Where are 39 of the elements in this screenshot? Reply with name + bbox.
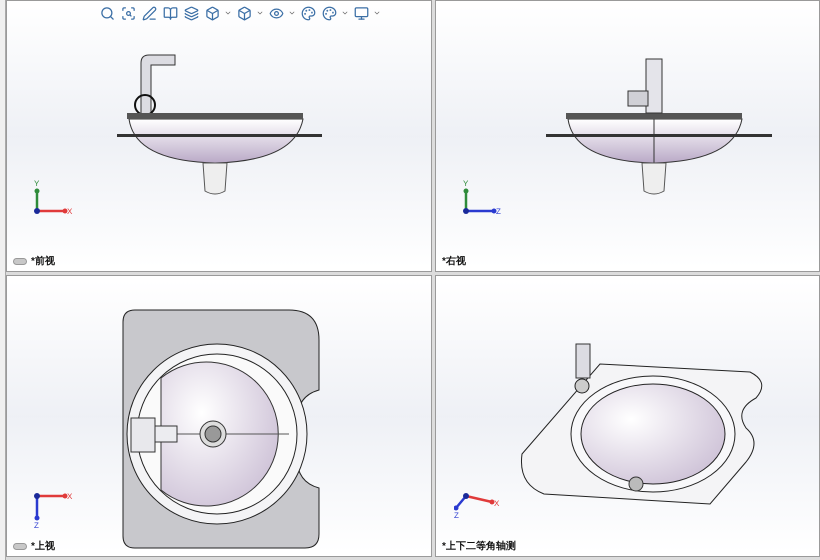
zoom-area-icon xyxy=(120,6,136,20)
origin-dot xyxy=(34,493,40,499)
monitor-icon xyxy=(354,6,368,20)
axis-label: X xyxy=(67,207,72,216)
zoom-fit-icon xyxy=(100,6,114,20)
origin-dot xyxy=(463,493,469,499)
axis-label: Z xyxy=(454,511,459,520)
view-icon[interactable] xyxy=(13,258,27,265)
origin-dot xyxy=(34,208,40,214)
viewport[interactable]: X Z *上视 xyxy=(6,275,432,557)
eye-icon xyxy=(268,6,284,20)
pencil-icon xyxy=(142,6,156,20)
viewport[interactable]: Y Z *右视 xyxy=(435,0,820,272)
chevron-down-icon[interactable] xyxy=(373,9,381,17)
chevron-down-icon[interactable] xyxy=(341,9,349,17)
origin-dot xyxy=(463,208,469,214)
viewport[interactable]: Y X *前视 xyxy=(6,0,432,272)
toolbar-button[interactable] xyxy=(182,4,200,22)
toolbar-button[interactable] xyxy=(299,4,317,22)
cube-icon xyxy=(204,6,220,20)
chevron-down-icon[interactable] xyxy=(288,9,296,17)
toolbar-button[interactable] xyxy=(320,4,338,22)
view-icon[interactable] xyxy=(13,543,27,550)
view-label: *上下二等角轴测 xyxy=(442,540,516,554)
view-label: *前视 xyxy=(31,254,55,269)
toolbar-button[interactable] xyxy=(140,4,158,22)
axis-label: X xyxy=(494,499,500,508)
axis-label: Y xyxy=(463,179,468,188)
axis-label: Z xyxy=(496,207,501,216)
viewport[interactable]: X Z *上下二等角轴测 xyxy=(435,275,820,557)
palette-icon xyxy=(300,6,316,20)
chevron-down-icon[interactable] xyxy=(256,9,264,17)
axis-label: Z xyxy=(34,521,39,530)
layers-icon xyxy=(184,6,198,20)
view-label: *右视 xyxy=(442,254,466,269)
view-label: *上视 xyxy=(31,540,55,554)
axis-label: X xyxy=(67,492,72,501)
chevron-down-icon[interactable] xyxy=(224,9,232,17)
axis-label: Y xyxy=(34,179,40,188)
